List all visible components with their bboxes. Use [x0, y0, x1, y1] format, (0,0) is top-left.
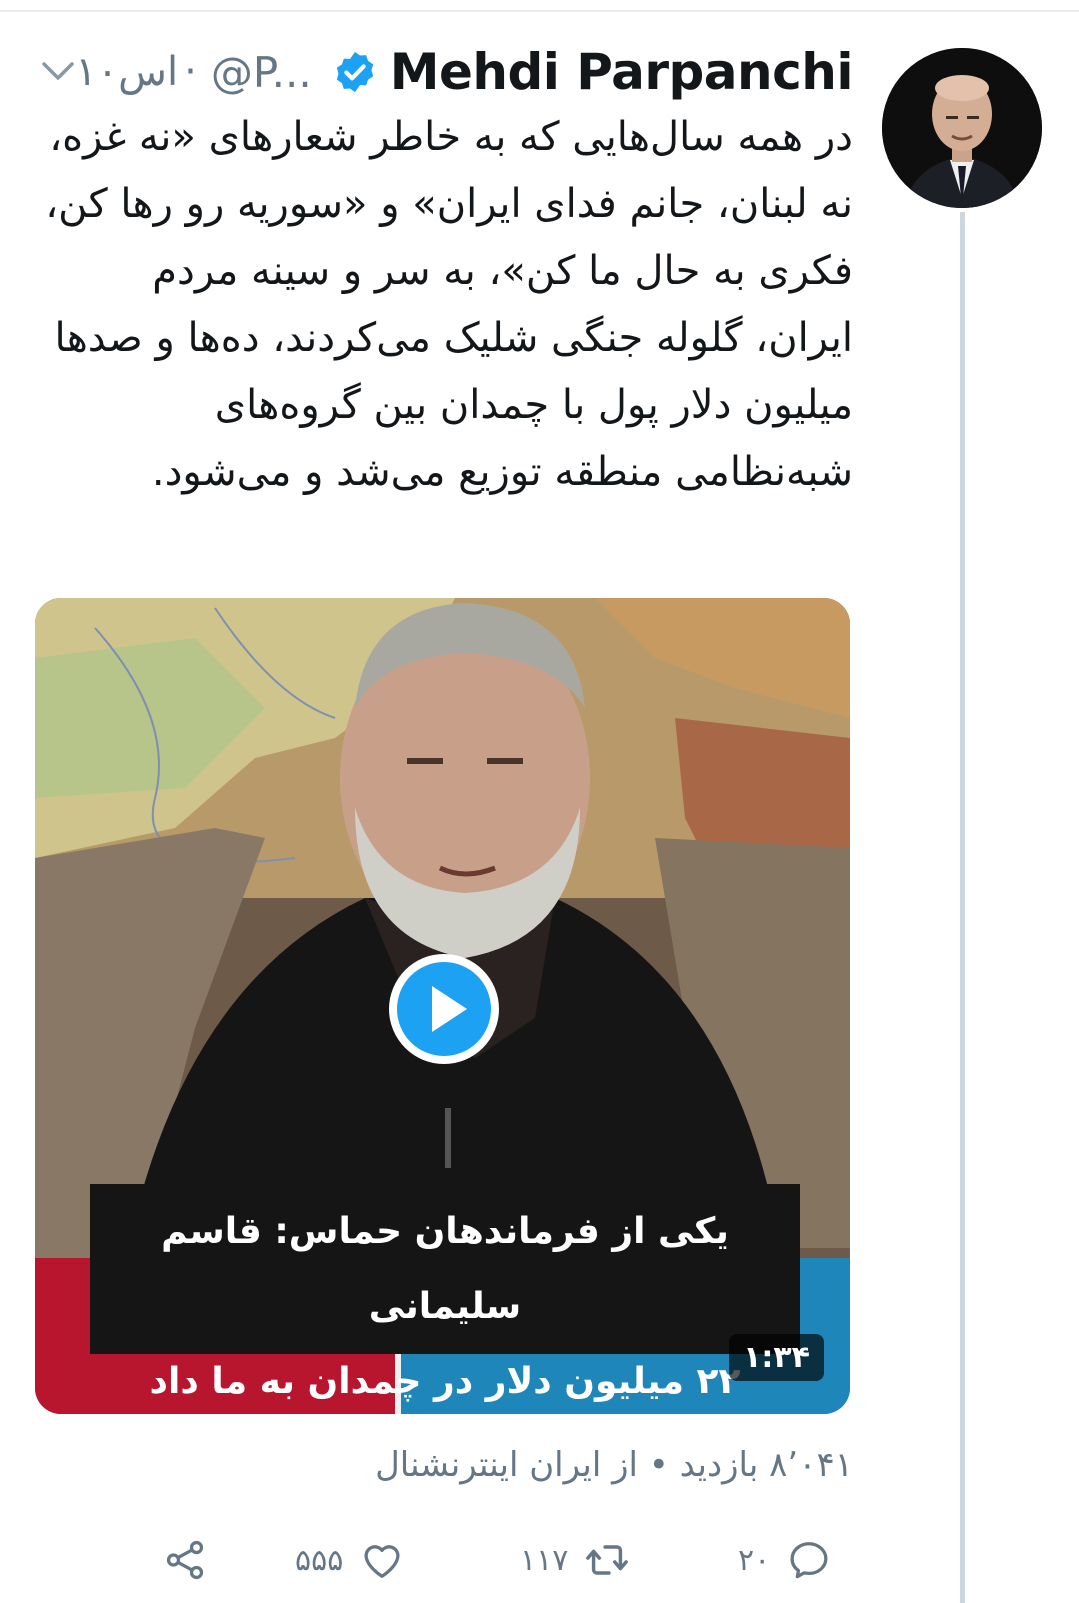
play-icon[interactable]	[385, 950, 503, 1068]
retweet-count: ۱۱۷	[520, 1542, 569, 1578]
reply-count: ۲۰	[738, 1542, 771, 1578]
retweet-icon	[586, 1545, 629, 1575]
views-line[interactable]: ۸٬۰۴۱ بازدید • از ایران اینترنشنال	[375, 1445, 853, 1485]
heart-icon	[364, 1545, 400, 1578]
verified-badge-icon	[336, 51, 373, 93]
thread-line	[960, 212, 965, 1603]
user-handle[interactable]: @P...	[211, 48, 312, 97]
action-bar: ۲۰ ۱۱۷ ۵۵۵	[0, 1530, 1079, 1590]
share-button[interactable]	[162, 1530, 208, 1590]
video-duration: ۱:۳۴	[729, 1334, 824, 1381]
video-caption: یکی از فرماندهان حماس: قاسم سلیمانی ۲۲ م…	[90, 1184, 800, 1402]
top-divider	[0, 10, 1079, 12]
reply-button[interactable]: ۲۰	[738, 1530, 832, 1590]
header-separator: ·	[184, 49, 197, 95]
video-player[interactable]: یکی از فرماندهان حماس: قاسم سلیمانی ۲۲ م…	[35, 598, 850, 1414]
avatar[interactable]	[882, 48, 1042, 208]
like-button[interactable]: ۵۵۵	[295, 1530, 405, 1590]
share-icon	[166, 1540, 204, 1580]
retweet-button[interactable]: ۱۱۷	[520, 1530, 630, 1590]
tweet-header: ۱۰اس · @P... Mehdi Parpanchi	[75, 40, 853, 104]
tweet-time[interactable]: ۱۰اس	[75, 49, 178, 95]
display-name[interactable]: Mehdi Parpanchi	[390, 43, 854, 101]
video-caption-line2: ۲۲ میلیون دلار در چمدان به ما داد	[149, 1361, 741, 1402]
reply-icon	[790, 1542, 828, 1579]
tweet-text: در همه سال‌هایی که به خاطر شعارهای «نه غ…	[45, 114, 853, 495]
video-caption-line1: یکی از فرماندهان حماس: قاسم سلیمانی	[161, 1211, 729, 1327]
chevron-down-icon[interactable]	[38, 56, 78, 86]
like-count: ۵۵۵	[295, 1542, 344, 1578]
avatar-image	[882, 48, 1042, 208]
